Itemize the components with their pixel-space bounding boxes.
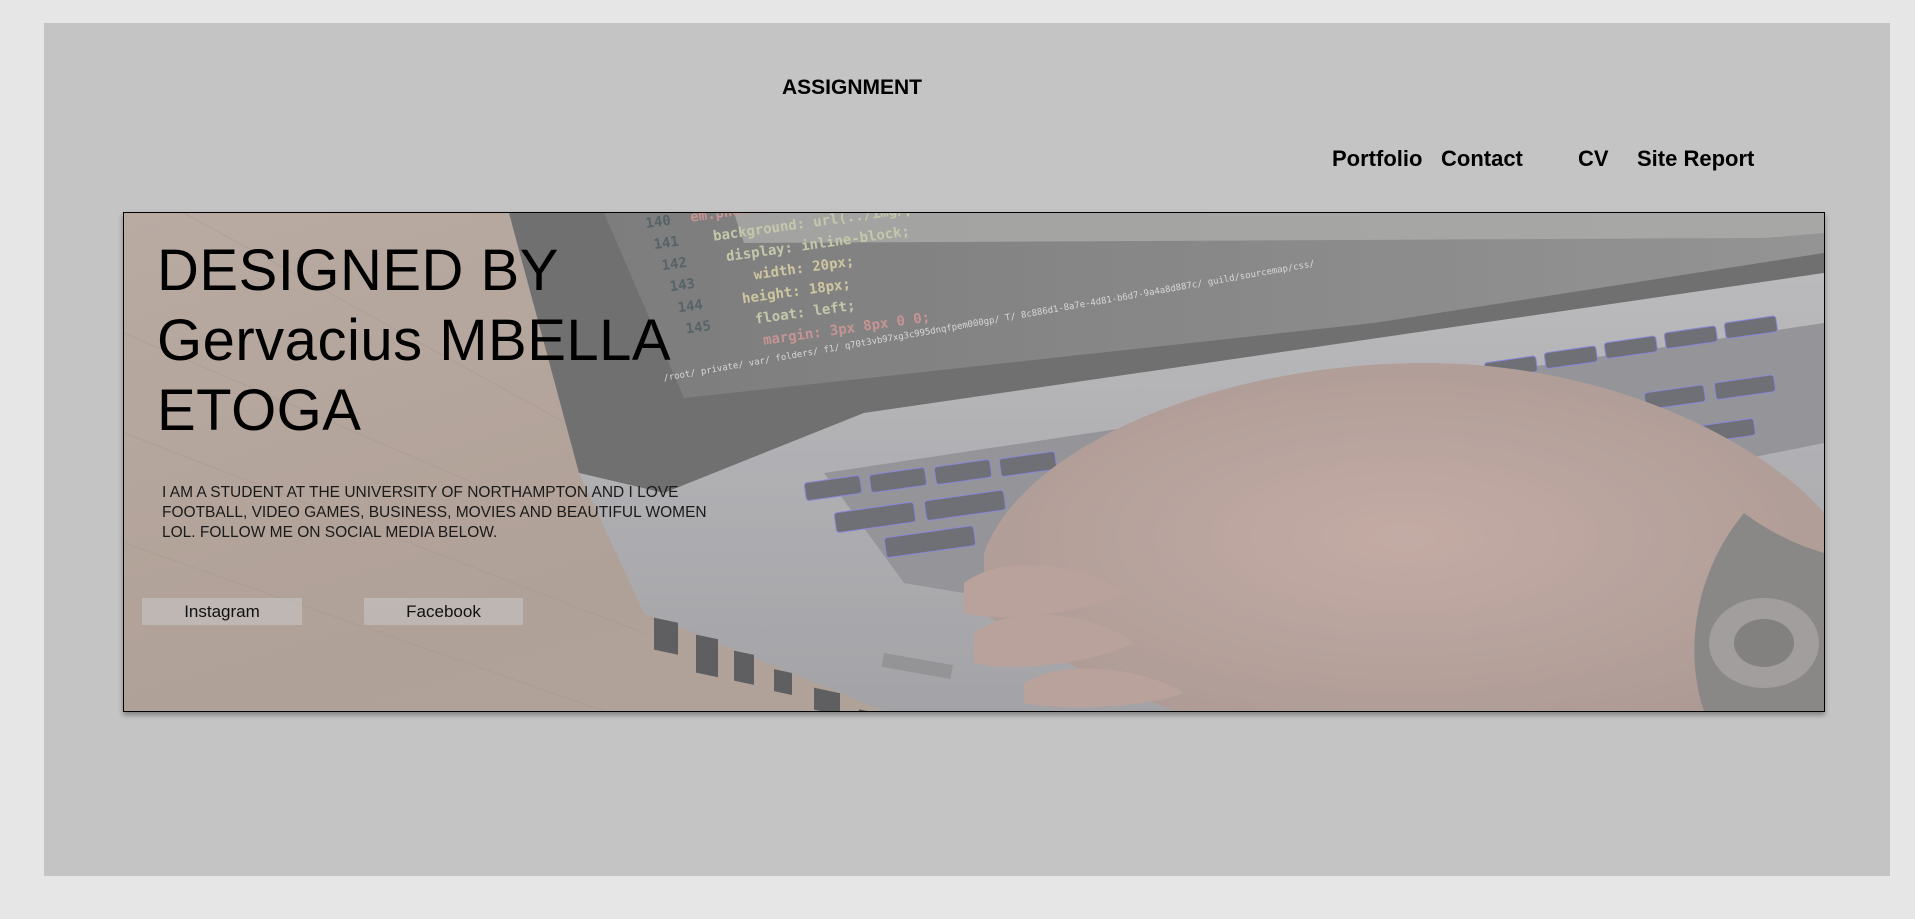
bio-text: I AM A STUDENT AT THE UNIVERSITY OF NORT…	[162, 484, 707, 541]
page-container: ASSIGNMENT Portfolio Contact CV Site Rep…	[44, 23, 1890, 876]
nav-link-site-report[interactable]: Site Report	[1637, 146, 1754, 172]
hero-title-line-3: ETOGA	[157, 378, 362, 443]
site-title[interactable]: ASSIGNMENT	[782, 76, 922, 100]
nav-link-cv[interactable]: CV	[1578, 146, 1609, 172]
instagram-button[interactable]: Instagram	[142, 598, 302, 625]
hero-title: DESIGNED BY Gervacius MBELLA ETOGA	[157, 236, 671, 446]
nav-link-portfolio[interactable]: Portfolio	[1332, 146, 1422, 172]
hero-banner: 140 141 142 143 144 145 em.phone{ backgr…	[123, 212, 1825, 712]
facebook-button[interactable]: Facebook	[364, 598, 523, 625]
nav-link-contact[interactable]: Contact	[1441, 146, 1523, 172]
hero-title-line-2: Gervacius MBELLA	[157, 308, 672, 373]
hero-title-line-1: DESIGNED BY	[157, 238, 559, 303]
